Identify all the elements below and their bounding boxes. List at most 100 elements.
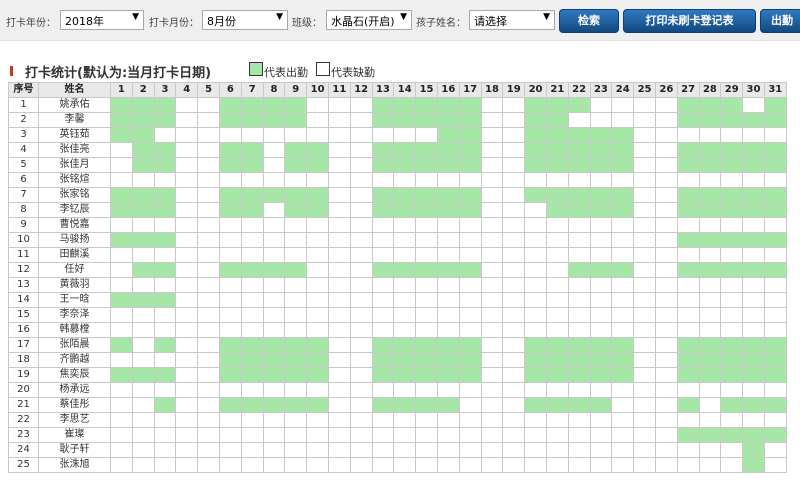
day-cell-absent — [633, 352, 656, 368]
day-cell-absent — [589, 277, 613, 293]
day-cell-present — [415, 157, 438, 173]
day-cell-absent — [654, 367, 678, 383]
day-cell-absent — [720, 457, 744, 473]
day-cell-present — [240, 202, 264, 218]
day-cell-absent — [175, 397, 199, 413]
day-cell-absent — [502, 262, 526, 278]
day-cell-absent — [240, 172, 264, 188]
table-row: 8 李钇辰 — [8, 202, 787, 218]
day-cell-absent — [284, 292, 308, 308]
day-cell-absent — [110, 442, 133, 458]
day-cell-absent — [654, 232, 678, 248]
day-cell-absent — [110, 427, 133, 443]
day-cell-absent — [480, 457, 504, 473]
day-cell-absent — [654, 172, 678, 188]
day-cell-absent — [720, 382, 744, 398]
day-cell-absent — [131, 277, 155, 293]
month-select[interactable]: 8月份 ▼ — [202, 10, 288, 30]
day-cell-absent — [218, 277, 242, 293]
day-cell-present — [676, 352, 700, 368]
day-cell-absent — [371, 322, 395, 338]
day-cell-absent — [589, 412, 613, 428]
table-row: 21 蔡佳彤 — [8, 397, 787, 413]
header-day: 6 — [218, 82, 242, 98]
day-cell-present — [393, 157, 417, 173]
day-cell-absent — [306, 217, 329, 233]
day-cell-absent — [175, 277, 199, 293]
row-index: 4 — [8, 142, 39, 158]
day-cell-absent — [567, 112, 591, 128]
day-cell-absent — [153, 277, 177, 293]
header-day: 16 — [436, 82, 460, 98]
day-cell-absent — [742, 322, 765, 338]
day-cell-present — [742, 457, 765, 473]
day-cell-present — [589, 142, 613, 158]
year-select[interactable]: 2018年 ▼ — [60, 10, 144, 30]
day-cell-absent — [589, 292, 613, 308]
day-cell-present — [458, 202, 482, 218]
day-cell-absent — [306, 127, 329, 143]
day-cell-absent — [742, 97, 765, 113]
day-cell-absent — [284, 247, 308, 263]
day-cell-present — [371, 337, 395, 353]
print-unswiped-button[interactable]: 打印未刷卡登记表 — [623, 9, 756, 33]
day-cell-absent — [654, 442, 678, 458]
day-cell-absent — [654, 412, 678, 428]
day-cell-present — [763, 202, 787, 218]
day-cell-absent — [284, 307, 308, 323]
day-cell-absent — [197, 382, 220, 398]
row-index: 22 — [8, 412, 39, 428]
day-cell-absent — [436, 232, 460, 248]
day-cell-present — [589, 337, 613, 353]
day-cell-absent — [458, 427, 482, 443]
row-index: 1 — [8, 97, 39, 113]
day-cell-absent — [240, 382, 264, 398]
day-cell-present — [698, 97, 722, 113]
day-cell-present — [611, 337, 635, 353]
day-cell-present — [458, 337, 482, 353]
day-cell-absent — [611, 412, 635, 428]
header-day: 7 — [240, 82, 264, 98]
class-select[interactable]: 水晶石(开启) ▼ — [326, 10, 412, 30]
day-cell-absent — [131, 172, 155, 188]
class-value: 水晶石(开启) — [331, 15, 395, 28]
day-cell-absent — [545, 442, 569, 458]
day-cell-absent — [567, 277, 591, 293]
day-cell-present — [742, 427, 765, 443]
day-cell-present — [240, 352, 264, 368]
day-cell-absent — [458, 277, 482, 293]
header-day: 18 — [480, 82, 504, 98]
day-cell-absent — [306, 97, 329, 113]
day-cell-absent — [153, 217, 177, 233]
day-cell-present — [284, 142, 308, 158]
day-cell-absent — [502, 247, 526, 263]
header-day: 11 — [327, 82, 351, 98]
search-button[interactable]: 检索 — [559, 9, 619, 33]
day-cell-absent — [197, 142, 220, 158]
child-select[interactable]: 请选择 ▼ — [469, 10, 555, 30]
day-cell-present — [371, 187, 395, 203]
day-cell-absent — [676, 412, 700, 428]
day-cell-present — [415, 187, 438, 203]
day-cell-absent — [436, 247, 460, 263]
day-cell-absent — [611, 112, 635, 128]
day-cell-absent — [349, 157, 373, 173]
row-index: 23 — [8, 427, 39, 443]
day-cell-absent — [327, 172, 351, 188]
day-cell-absent — [502, 322, 526, 338]
header-day: 4 — [175, 82, 199, 98]
day-cell-absent — [502, 187, 526, 203]
day-cell-absent — [349, 112, 373, 128]
table-row: 11 田麒溪 — [8, 247, 787, 263]
day-cell-present — [611, 187, 635, 203]
day-cell-absent — [393, 292, 417, 308]
row-index: 7 — [8, 187, 39, 203]
header-day: 15 — [415, 82, 438, 98]
day-cell-absent — [436, 382, 460, 398]
day-cell-absent — [110, 172, 133, 188]
day-cell-absent — [349, 427, 373, 443]
day-cell-absent — [502, 427, 526, 443]
day-cell-absent — [480, 172, 504, 188]
export-attendance-button[interactable]: 出勤 — [760, 9, 800, 33]
day-cell-absent — [327, 427, 351, 443]
